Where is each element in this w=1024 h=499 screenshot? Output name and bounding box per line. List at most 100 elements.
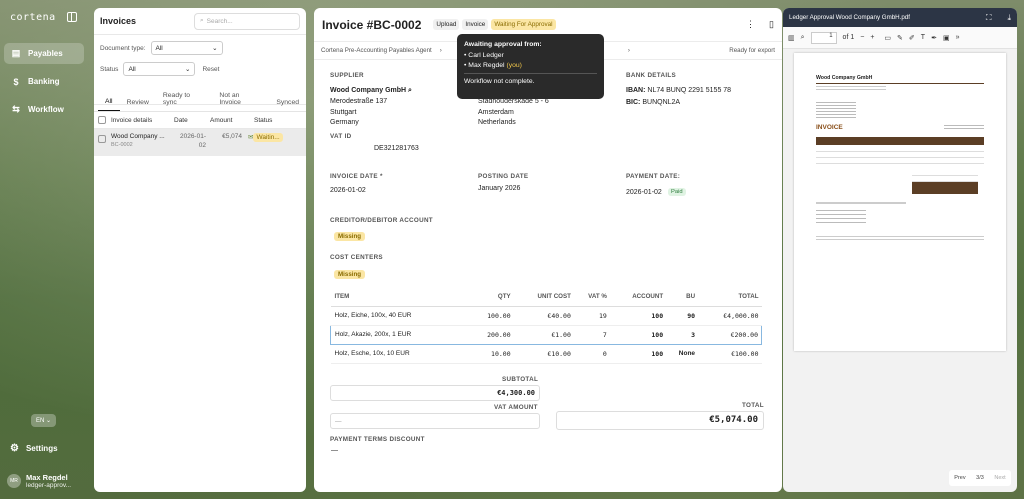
sidebar-toggle-icon[interactable] [67,12,77,22]
tab-synced[interactable]: Synced [269,99,306,111]
expand-icon[interactable]: ⛶ [986,13,992,23]
comment-icon[interactable]: ▭ [884,34,891,42]
user-profile[interactable]: MR Max Regdel ledger-approv... [7,473,71,489]
item-total: €4,000.00 [698,306,762,326]
tab-review[interactable]: Review [120,99,156,111]
status-label: Status [100,65,119,73]
item-name[interactable]: Holz, Eiche, 100x, 40 EUR [330,306,470,326]
search-input[interactable]: ⌕ Search... [194,12,300,30]
settings-link[interactable]: ⚙ Settings [10,443,58,454]
pen-icon[interactable]: ✒ [931,34,937,42]
item-account[interactable]: 100 [609,306,667,326]
doc-type-label: Document type: [100,44,146,52]
vat-amount-field[interactable]: — [330,413,540,429]
payment-date-value[interactable]: 2026-01-02 [626,189,662,196]
column-amount[interactable]: Amount [210,117,254,124]
select-all-checkbox[interactable] [98,116,106,124]
creditor-missing-badge[interactable]: Missing [334,232,366,241]
sidebar-view-icon[interactable]: ▥ [788,34,795,42]
discount-value[interactable]: — [331,447,338,454]
image-icon[interactable]: ▣ [943,34,950,42]
item-name[interactable]: Holz, Akazie, 200x, 1 EUR [329,324,470,345]
row-checkbox[interactable] [98,135,106,143]
item-unit-cost[interactable]: €1.00 [513,324,574,345]
tab-not-an-invoice[interactable]: Not an Invoice [212,92,269,111]
document-icon: ▤ [11,48,21,58]
sidebar-item-payables[interactable]: ▤ Payables [4,43,84,64]
avatar: MR [7,474,21,488]
sidebar-item-workflow[interactable]: ⇆ Workflow [4,99,84,120]
column-account: ACCOUNT [609,287,667,307]
table-row[interactable]: Holz, Akazie, 200x, 1 EUR 200.00 €1.00 7… [329,324,763,345]
search-icon[interactable]: ⌕ [801,34,805,42]
item-bu[interactable]: None [666,344,699,364]
file-icon[interactable]: ▯ [769,19,774,30]
tag-status[interactable]: Waiting For Approval [491,19,556,30]
vat-id-label: VAT ID [330,133,352,140]
item-qty[interactable]: 10.00 [469,344,514,364]
table-row[interactable]: Holz, Esche, 10x, 10 EUR 10.00 €10.00 0 … [330,344,762,364]
tab-ready-to-sync[interactable]: Ready to sync [156,92,213,111]
column-date[interactable]: Date [174,117,210,124]
column-invoice-details[interactable]: Invoice details [111,117,174,124]
item-bu[interactable]: 3 [666,324,699,345]
tab-all[interactable]: All [98,98,120,111]
item-qty[interactable]: 100.00 [469,306,514,326]
item-vat[interactable]: 0 [573,344,610,364]
more-menu-icon[interactable]: ⋮ [746,19,755,30]
approver-item: • Carl Ledger [464,52,504,59]
item-unit-cost[interactable]: €10.00 [513,344,574,364]
download-icon[interactable]: ⤓ [1007,13,1011,23]
reset-button[interactable]: Reset [202,66,219,73]
next-page-button[interactable]: Next [994,475,1005,481]
invoice-title: Invoice #BC-0002 [322,17,422,32]
bic-value: BUNQNL2A [642,99,681,106]
page-count: of 1 [842,34,855,41]
search-icon: ⌕ [200,17,204,24]
invoice-list-panel: Invoices ⌕ Search... Document type: All … [94,8,306,492]
item-vat[interactable]: 19 [573,306,610,326]
total-field[interactable]: €5,074.00 [556,411,764,430]
item-unit-cost[interactable]: €40.00 [513,306,574,326]
supplier-label: SUPPLIER [330,72,364,79]
cost-centers-missing-badge[interactable]: Missing [334,270,366,279]
zoom-out-icon[interactable]: − [860,34,864,41]
iban-value: NL74 BUNQ 2291 5155 78 [647,87,732,94]
language-selector[interactable]: EN ⌄ [31,414,56,427]
item-name[interactable]: Holz, Esche, 10x, 10 EUR [330,344,470,364]
page-indicator: 3/3 [976,475,984,481]
invoice-date-label: INVOICE DATE * [330,173,383,180]
pdf-recipient-lines [816,102,856,118]
item-vat[interactable]: 7 [573,324,610,345]
chevron-down-icon: ⌄ [212,45,218,52]
invoice-detail-panel: Invoice #BC-0002 Upload Invoice Waiting … [314,8,782,492]
item-account[interactable]: 100 [609,324,667,345]
page-input[interactable]: 1 [810,31,837,44]
table-row[interactable]: Wood Company ... BC-0002 2026-01- 02 €5,… [94,129,306,156]
step-ready: Ready for export [729,47,775,54]
search-icon[interactable]: ⌕ [408,87,412,94]
supplier-name: Wood Company GmbH ⌕ [330,87,412,95]
text-icon[interactable]: T [921,34,925,41]
zoom-in-icon[interactable]: + [870,34,874,41]
highlight-icon[interactable]: ✐ [909,34,915,42]
status-select[interactable]: All ⌄ [123,62,196,76]
column-status[interactable]: Status [254,117,272,124]
status-badge: Waitin... [253,133,283,142]
prev-page-button[interactable]: Prev [954,475,965,481]
sidebar-item-banking[interactable]: $ Banking [4,71,84,92]
invoice-date-value[interactable]: 2026-01-02 [330,187,366,194]
item-bu[interactable]: 90 [666,306,699,326]
recipient-street: Stadhouderskade 5 - 6 [478,98,549,105]
subtotal-field[interactable]: €4,300.00 [330,385,540,401]
vat-amount-value: — [335,418,342,425]
dollar-icon: $ [13,76,19,87]
posting-date-value[interactable]: January 2026 [478,185,520,192]
item-qty[interactable]: 200.00 [469,324,514,345]
draw-icon[interactable]: ✎ [897,34,903,42]
doc-type-select[interactable]: All ⌄ [150,41,223,55]
item-account[interactable]: 100 [609,344,667,364]
table-row[interactable]: Holz, Eiche, 100x, 40 EUR 100.00 €40.00 … [330,306,762,326]
column-qty: QTY [469,287,514,307]
more-tools-icon[interactable]: » [956,34,960,41]
